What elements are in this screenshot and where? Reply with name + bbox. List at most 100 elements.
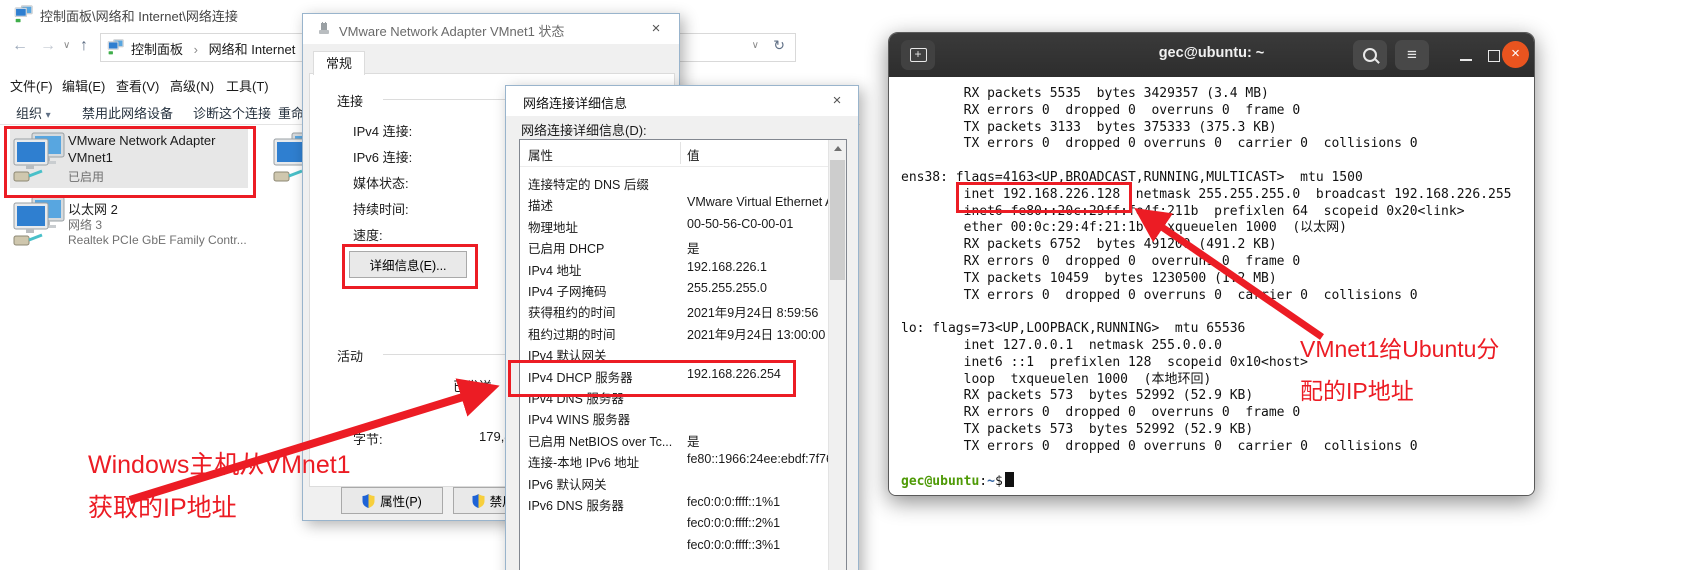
adapter-vmnet1-name-line1[interactable]: VMware Network Adapter [68, 133, 215, 148]
details-row[interactable]: IPv6 默认网关 [520, 474, 820, 495]
field-media-state: 媒体状态: [353, 173, 409, 192]
details-row-value: fec0:0:0:ffff::3%1 [687, 538, 827, 552]
minimize-button[interactable] [1460, 59, 1472, 61]
explorer-title: 控制面板\网络和 Internet\网络连接 [40, 6, 238, 25]
details-row-value: 2021年9月24日 8:59:56 [687, 302, 827, 321]
close-button[interactable]: × [1502, 41, 1529, 68]
address-location-icon [107, 39, 125, 55]
details-row[interactable]: 获得租约的时间2021年9月24日 8:59:56 [520, 302, 820, 323]
breadcrumb-control-panel[interactable]: 控制面板 [131, 42, 183, 57]
nav-history-chevron-icon[interactable]: ∨ [63, 40, 70, 51]
terminal-line: TX packets 573 bytes 52992 (52.9 KB) [901, 422, 1511, 439]
terminal-window: + gec@ubuntu: ~ ≡ × RX packets 5535 byte… [888, 32, 1535, 496]
terminal-titlebar[interactable]: + gec@ubuntu: ~ ≡ × [889, 33, 1534, 77]
details-row[interactable]: IPv4 DHCP 服务器192.168.226.254 [520, 367, 820, 388]
uac-shield-icon [472, 494, 485, 508]
details-row-value: fec0:0:0:ffff::2%1 [687, 516, 827, 530]
status-dialog-title: VMware Network Adapter VMnet1 状态 [339, 21, 564, 40]
adapter-ethernet2-device: Realtek PCIe GbE Family Contr... [68, 233, 247, 247]
prompt-symbol: $ [995, 474, 1003, 489]
terminal-line: RX errors 0 dropped 0 overruns 0 frame 0 [901, 254, 1511, 271]
terminal-line: TX packets 10459 bytes 1230500 (1.2 MB) [901, 271, 1511, 288]
toolbar-disable-device[interactable]: 禁用此网络设备 [82, 103, 173, 122]
details-row-property: IPv4 默认网关 [528, 345, 680, 364]
details-row[interactable]: 已启用 DHCP是 [520, 238, 820, 259]
forward-arrow-icon[interactable]: → [40, 37, 56, 55]
terminal-body[interactable]: RX packets 5535 bytes 3429357 (3.4 MB) R… [889, 77, 1534, 495]
adapter-item-vmnet1[interactable] [12, 130, 68, 184]
details-row[interactable]: 物理地址00-50-56-C0-00-01 [520, 217, 820, 238]
menu-advanced[interactable]: 高级(N) [170, 76, 214, 95]
details-row[interactable]: IPv4 DNS 服务器 [520, 388, 820, 409]
field-ipv4-connectivity: IPv4 连接: [353, 121, 412, 140]
toolbar-organize[interactable]: 组织 ▾ [16, 103, 51, 122]
prompt-user: gec@ubuntu [901, 474, 979, 489]
search-button[interactable] [1353, 40, 1387, 70]
terminal-line: TX packets 3133 bytes 375333 (375.3 KB) [901, 120, 1511, 137]
terminal-title: gec@ubuntu: ~ [889, 45, 1534, 61]
details-row[interactable]: IPv4 默认网关 [520, 345, 820, 366]
annotation-right: VMnet1给Ubuntu分 配的IP地址 [1300, 330, 1499, 406]
bytes-label: 字节: [353, 429, 383, 448]
scroll-up-icon[interactable] [834, 146, 842, 151]
terminal-line: RX errors 0 dropped 0 overruns 0 frame 0 [901, 405, 1511, 422]
column-divider[interactable] [680, 142, 681, 164]
details-row[interactable]: IPv4 子网掩码255.255.255.0 [520, 281, 820, 302]
uac-shield-icon [362, 494, 375, 508]
details-row-property: 租约过期的时间 [528, 324, 680, 343]
sent-label: 已发送 [453, 376, 492, 395]
terminal-line [901, 304, 1511, 321]
details-row[interactable]: fec0:0:0:ffff::3%1 [520, 538, 820, 559]
maximize-button[interactable] [1488, 50, 1500, 62]
adapter-vmnet1-name-line2[interactable]: VMnet1 [68, 150, 113, 165]
details-row[interactable]: IPv4 地址192.168.226.1 [520, 260, 820, 281]
terminal-line: inet 192.168.226.128 netmask 255.255.255… [901, 187, 1511, 204]
details-row-value: 00-50-56-C0-00-01 [687, 217, 827, 231]
up-arrow-icon[interactable]: ↑ [80, 37, 88, 55]
tab-general[interactable]: 常规 [313, 51, 365, 75]
details-row-property: IPv4 WINS 服务器 [528, 409, 680, 428]
column-value[interactable]: 值 [687, 145, 700, 164]
details-row[interactable]: IPv4 WINS 服务器 [520, 409, 820, 430]
field-speed: 速度: [353, 225, 383, 244]
details-row[interactable]: 连接-本地 IPv6 地址fe80::1966:24ee:ebdf:7f76%6 [520, 452, 820, 473]
back-arrow-icon[interactable]: ← [12, 37, 28, 55]
terminal-line [901, 153, 1511, 170]
status-dialog-close-icon[interactable]: × [641, 16, 671, 42]
terminal-cursor[interactable] [1005, 472, 1014, 487]
details-row-value: fec0:0:0:ffff::1%1 [687, 495, 827, 509]
organize-caret-icon: ▾ [46, 110, 51, 121]
adapter-item-ethernet2[interactable] [12, 194, 68, 248]
column-property[interactable]: 属性 [528, 145, 553, 164]
address-dropdown-chevron-icon[interactable]: ∨ [752, 40, 759, 51]
scrollbar-thumb[interactable] [830, 160, 845, 280]
menu-edit[interactable]: 编辑(E) [62, 76, 105, 95]
details-row[interactable]: 已启用 NetBIOS over Tc...是 [520, 431, 820, 452]
details-vertical-scrollbar[interactable] [828, 140, 846, 570]
menu-file[interactable]: 文件(F) [10, 76, 53, 95]
breadcrumb: 控制面板 › 网络和 Internet [131, 39, 295, 58]
details-row[interactable]: IPv6 DNS 服务器fec0:0:0:ffff::1%1 [520, 495, 820, 516]
prompt-path: ~ [987, 474, 995, 489]
breadcrumb-network-internet[interactable]: 网络和 Internet [209, 42, 296, 57]
details-button[interactable]: 详细信息(E)... [349, 251, 467, 278]
screenshot-root: 控制面板\网络和 Internet\网络连接 ← → ∨ ↑ 控制面板 › 网络… [0, 0, 1707, 570]
prompt-separator: : [979, 474, 987, 489]
details-row-property: 获得租约的时间 [528, 302, 680, 321]
refresh-icon[interactable]: ↻ [773, 37, 785, 54]
details-row[interactable]: 租约过期的时间2021年9月24日 13:00:00 [520, 324, 820, 345]
details-dialog-close-icon[interactable]: × [822, 88, 852, 114]
details-row-property: 连接-本地 IPv6 地址 [528, 452, 680, 471]
menu-view[interactable]: 查看(V) [116, 76, 159, 95]
properties-button[interactable]: 属性(P) [341, 487, 443, 514]
details-row-property: IPv6 默认网关 [528, 474, 680, 493]
menu-button[interactable]: ≡ [1395, 40, 1429, 70]
details-row[interactable]: 描述VMware Virtual Ethernet Adapter for [520, 195, 820, 216]
details-dialog-titlebar[interactable]: 网络连接详细信息 × [506, 86, 858, 116]
details-row[interactable]: fec0:0:0:ffff::2%1 [520, 516, 820, 537]
details-row-property: 已启用 DHCP [528, 238, 680, 257]
status-dialog-titlebar[interactable]: VMware Network Adapter VMnet1 状态 × [303, 14, 679, 44]
menu-tools[interactable]: 工具(T) [226, 76, 269, 95]
toolbar-diagnose[interactable]: 诊断这个连接 [193, 103, 271, 122]
details-row[interactable]: 连接特定的 DNS 后缀 [520, 174, 820, 195]
